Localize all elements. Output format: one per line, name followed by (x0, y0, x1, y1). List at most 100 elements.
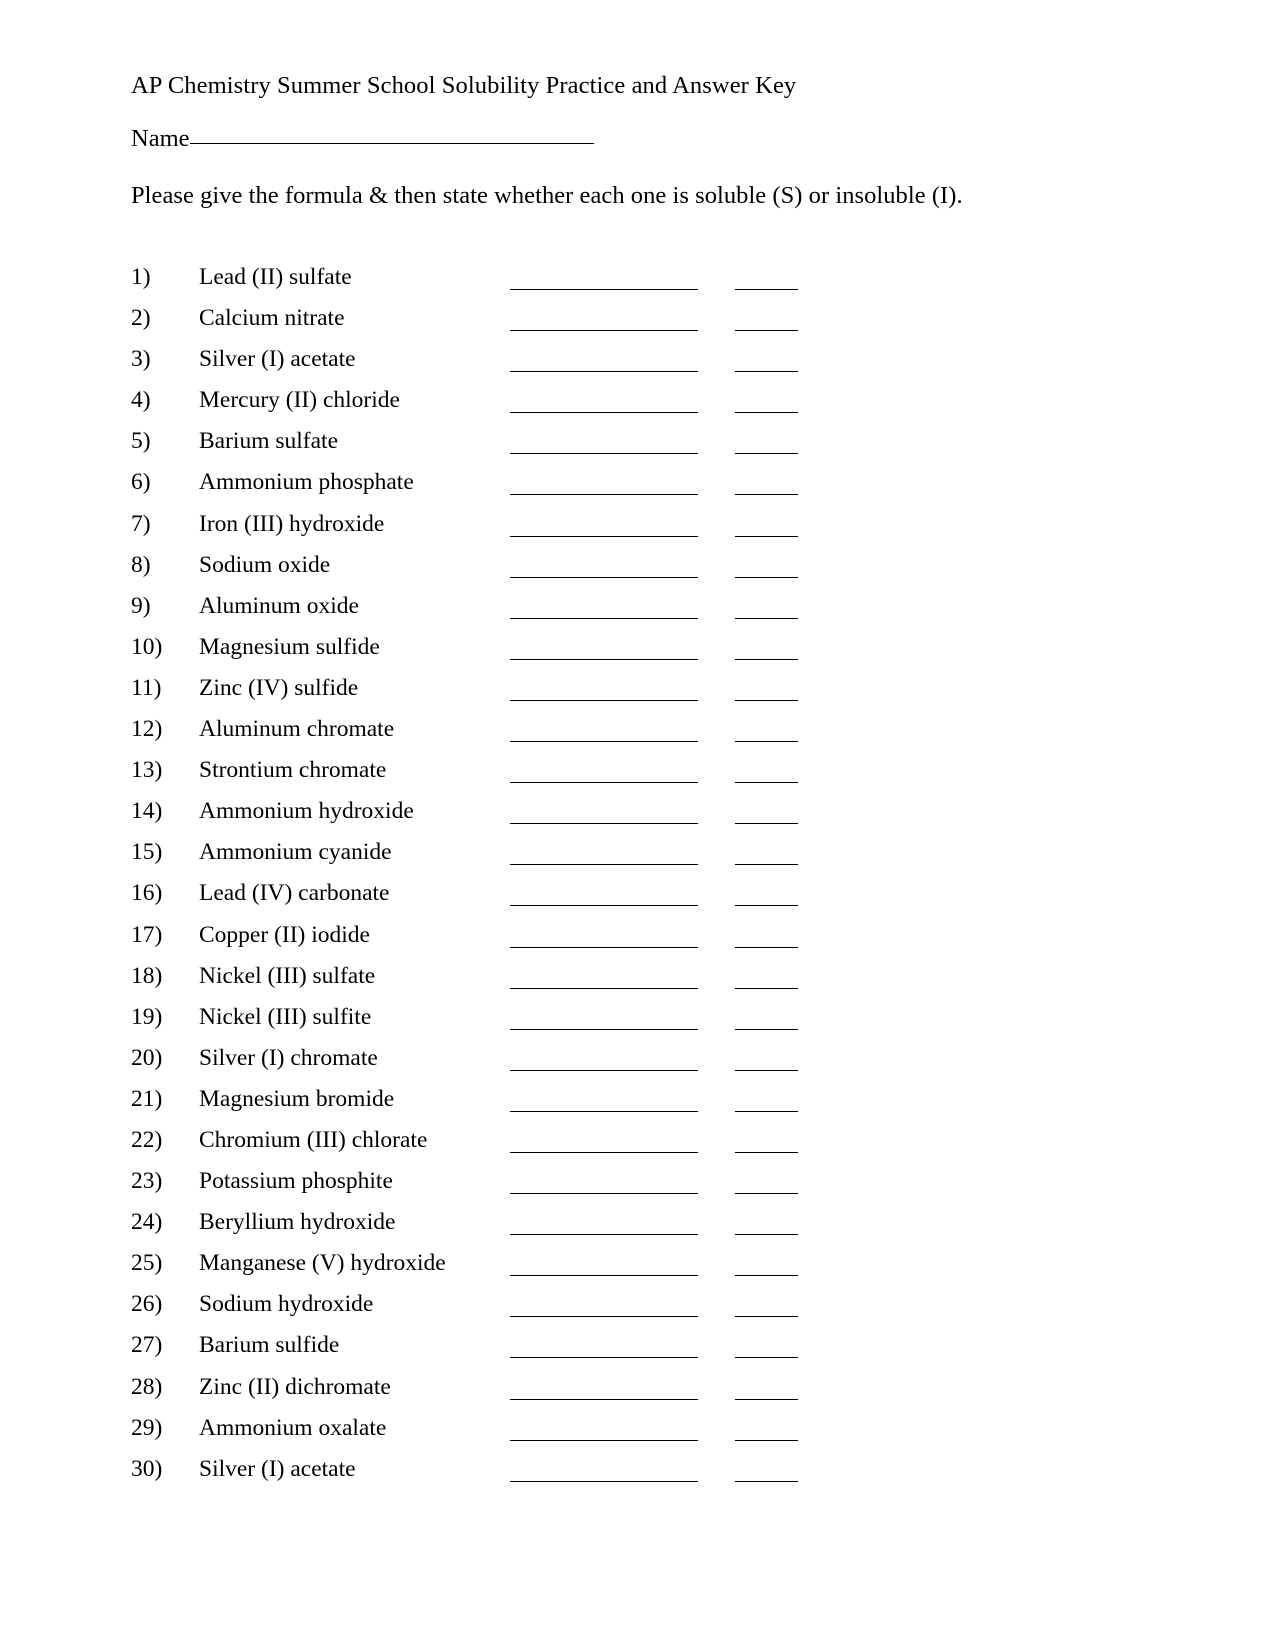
solubility-blank-line[interactable] (735, 699, 798, 701)
solubility-item-list: 1) Lead (II) sulfate 2) Calcium nitrate 3) Si… (0, 262, 1275, 1495)
compound-name: Magnesium bromide (199, 1085, 395, 1112)
solubility-blank-line[interactable] (735, 330, 798, 332)
solubility-blank-line[interactable] (735, 1234, 798, 1236)
formula-blank-line[interactable] (510, 905, 698, 907)
worksheet-page: AP Chemistry Summer School Solubility Pr… (0, 0, 1275, 1650)
formula-blank-line[interactable] (510, 617, 698, 619)
solubility-blank-line[interactable] (735, 371, 798, 373)
formula-blank-line[interactable] (510, 1316, 698, 1318)
solubility-blank-line[interactable] (735, 823, 798, 825)
solubility-blank-line[interactable] (735, 1357, 798, 1359)
solubility-blank-line[interactable] (735, 1028, 798, 1030)
item-number: 20) (131, 1044, 163, 1071)
compound-name: Copper (II) iodide (199, 921, 370, 948)
formula-blank-line[interactable] (510, 289, 698, 290)
compound-name: Sodium oxide (199, 551, 331, 578)
formula-blank-line[interactable] (510, 494, 698, 496)
solubility-blank-line[interactable] (735, 1151, 798, 1153)
formula-blank-line[interactable] (510, 1439, 698, 1441)
compound-name: Aluminum chromate (199, 716, 395, 743)
formula-blank-line[interactable] (510, 699, 698, 701)
list-item: 26) Sodium hydroxide (0, 1289, 1275, 1330)
formula-blank-line[interactable] (510, 658, 698, 660)
formula-blank-line[interactable] (510, 864, 698, 866)
list-item: 18) Nickel (III) sulfate (0, 961, 1275, 1002)
formula-blank-line[interactable] (510, 1028, 698, 1030)
solubility-blank-line[interactable] (735, 741, 798, 743)
solubility-blank-line[interactable] (735, 576, 798, 578)
item-number: 29) (131, 1414, 163, 1441)
name-field-row: Name (131, 124, 594, 154)
formula-blank-line[interactable] (510, 1357, 698, 1359)
formula-blank-line[interactable] (510, 987, 698, 989)
compound-name: Silver (I) acetate (199, 1455, 356, 1482)
solubility-blank-line[interactable] (735, 782, 798, 784)
compound-name: Ammonium hydroxide (199, 798, 414, 825)
formula-blank-line[interactable] (510, 371, 698, 373)
solubility-blank-line[interactable] (735, 1193, 798, 1195)
list-item: 24) Beryllium hydroxide (0, 1207, 1275, 1248)
formula-blank-line[interactable] (510, 1234, 698, 1236)
compound-name: Ammonium oxalate (199, 1414, 387, 1441)
solubility-blank-line[interactable] (735, 1110, 798, 1112)
solubility-blank-line[interactable] (735, 946, 798, 948)
solubility-blank-line[interactable] (735, 617, 798, 619)
solubility-blank-line[interactable] (735, 905, 798, 907)
list-item: 10) Magnesium sulfide (0, 632, 1275, 673)
list-item: 3) Silver (I) acetate (0, 344, 1275, 385)
compound-name: Zinc (IV) sulfide (199, 674, 359, 701)
formula-blank-line[interactable] (510, 412, 698, 414)
formula-blank-line[interactable] (510, 1069, 698, 1071)
compound-name: Iron (III) hydroxide (199, 510, 385, 537)
formula-blank-line[interactable] (510, 330, 698, 332)
formula-blank-line[interactable] (510, 1151, 698, 1153)
solubility-blank-line[interactable] (735, 535, 798, 537)
compound-name: Nickel (III) sulfite (199, 1003, 372, 1030)
solubility-blank-line[interactable] (735, 1398, 798, 1400)
formula-blank-line[interactable] (510, 1193, 698, 1195)
formula-blank-line[interactable] (510, 576, 698, 578)
formula-blank-line[interactable] (510, 1275, 698, 1277)
item-number: 19) (131, 1003, 163, 1030)
item-number: 12) (131, 716, 163, 743)
formula-blank-line[interactable] (510, 741, 698, 743)
item-number: 28) (131, 1373, 163, 1400)
solubility-blank-line[interactable] (735, 453, 798, 455)
formula-blank-line[interactable] (510, 782, 698, 784)
compound-name: Magnesium sulfide (199, 633, 380, 660)
formula-blank-line[interactable] (510, 823, 698, 825)
list-item: 16) Lead (IV) carbonate (0, 878, 1275, 919)
formula-blank-line[interactable] (510, 946, 698, 948)
solubility-blank-line[interactable] (735, 658, 798, 660)
list-item: 17) Copper (II) iodide (0, 920, 1275, 961)
name-blank-line[interactable] (189, 143, 594, 144)
name-label: Name (131, 125, 190, 152)
list-item: 30) Silver (I) acetate (0, 1454, 1275, 1495)
compound-name: Lead (II) sulfate (199, 264, 352, 290)
list-item: 2) Calcium nitrate (0, 303, 1275, 344)
solubility-blank-line[interactable] (735, 1480, 798, 1482)
item-number: 3) (131, 346, 151, 373)
item-number: 22) (131, 1126, 163, 1153)
formula-blank-line[interactable] (510, 535, 698, 537)
compound-name: Ammonium phosphate (199, 469, 414, 496)
solubility-blank-line[interactable] (735, 289, 798, 290)
item-number: 13) (131, 757, 163, 784)
formula-blank-line[interactable] (510, 1110, 698, 1112)
solubility-blank-line[interactable] (735, 1275, 798, 1277)
solubility-blank-line[interactable] (735, 987, 798, 989)
solubility-blank-line[interactable] (735, 1069, 798, 1071)
solubility-blank-line[interactable] (735, 494, 798, 496)
solubility-blank-line[interactable] (735, 412, 798, 414)
list-item: 8) Sodium oxide (0, 550, 1275, 591)
solubility-blank-line[interactable] (735, 864, 798, 866)
compound-name: Manganese (V) hydroxide (199, 1250, 446, 1277)
list-item: 13) Strontium chromate (0, 755, 1275, 796)
formula-blank-line[interactable] (510, 1398, 698, 1400)
formula-blank-line[interactable] (510, 1480, 698, 1482)
solubility-blank-line[interactable] (735, 1439, 798, 1441)
solubility-blank-line[interactable] (735, 1316, 798, 1318)
item-number: 24) (131, 1209, 163, 1236)
list-item: 27) Barium sulfide (0, 1330, 1275, 1371)
formula-blank-line[interactable] (510, 453, 698, 455)
